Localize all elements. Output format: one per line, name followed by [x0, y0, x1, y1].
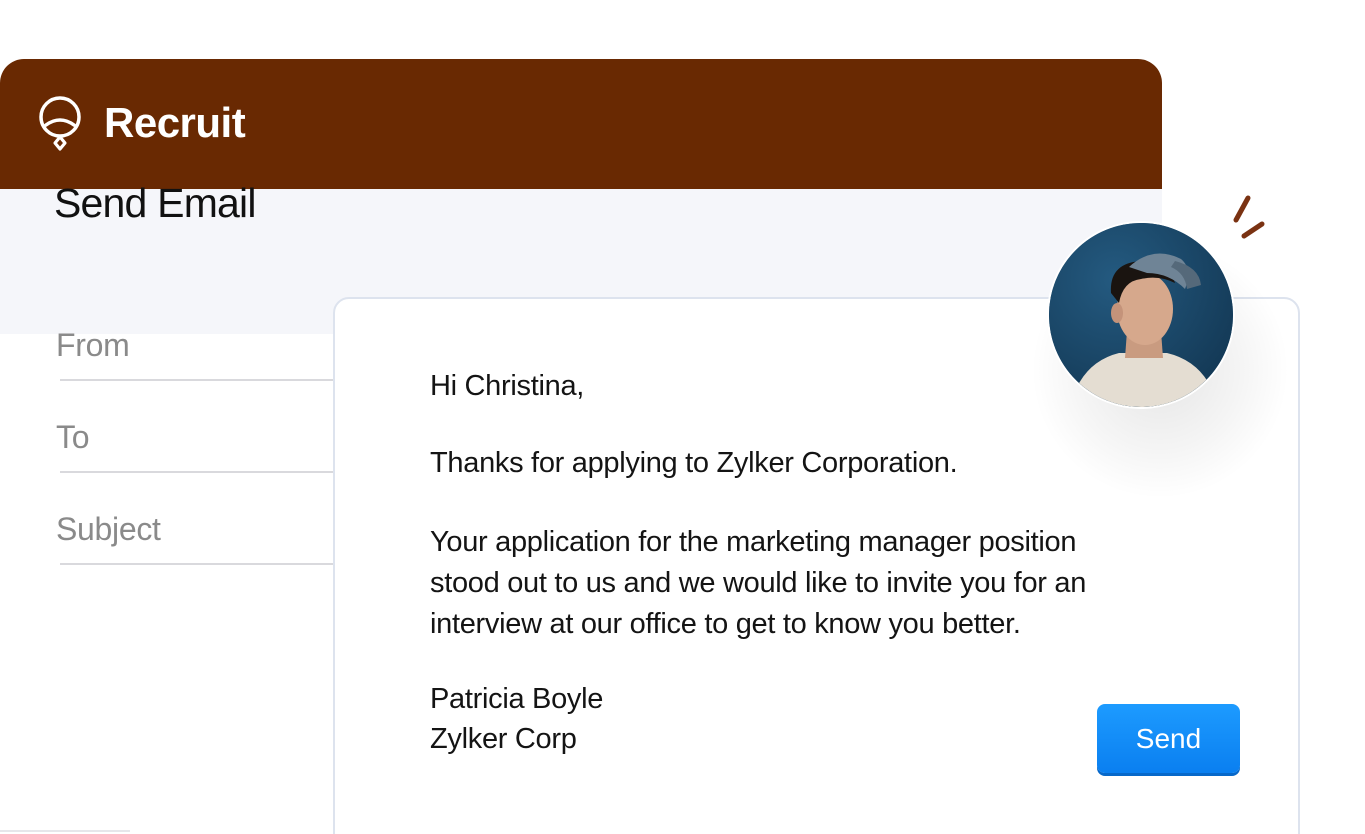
sparkle-icon	[1233, 195, 1265, 239]
signature-name: Patricia Boyle	[430, 683, 604, 715]
subject-label: Subject	[56, 511, 161, 547]
send-button[interactable]: Send	[1097, 704, 1240, 773]
candidate-avatar-illustration	[1049, 223, 1233, 407]
email-paragraph-line: stood out to us and we would like to inv…	[430, 567, 1087, 599]
recruit-pin-icon	[39, 96, 81, 151]
email-paragraph-line: Your application for the marketing manag…	[430, 526, 1077, 558]
signature-company: Zylker Corp	[430, 723, 577, 755]
to-underline	[60, 471, 336, 473]
from-label: From	[56, 327, 130, 363]
from-underline	[60, 379, 336, 381]
to-label: To	[56, 419, 90, 455]
email-greeting: Hi Christina,	[430, 370, 585, 402]
page-title: Send Email	[54, 180, 256, 226]
subject-field[interactable]: Subject	[56, 511, 336, 565]
app-name: Recruit	[104, 99, 246, 146]
divider	[0, 830, 130, 832]
candidate-avatar	[1047, 221, 1235, 409]
email-paragraph: Your application for the marketing manag…	[430, 522, 1150, 645]
from-field[interactable]: From	[56, 327, 336, 381]
email-paragraph-line: interview at our office to get to know y…	[430, 608, 1021, 640]
app-header: Recruit	[0, 59, 1162, 189]
to-field[interactable]: To	[56, 419, 336, 473]
email-thanks-line: Thanks for applying to Zylker Corporatio…	[430, 447, 958, 479]
subject-underline	[60, 563, 336, 565]
